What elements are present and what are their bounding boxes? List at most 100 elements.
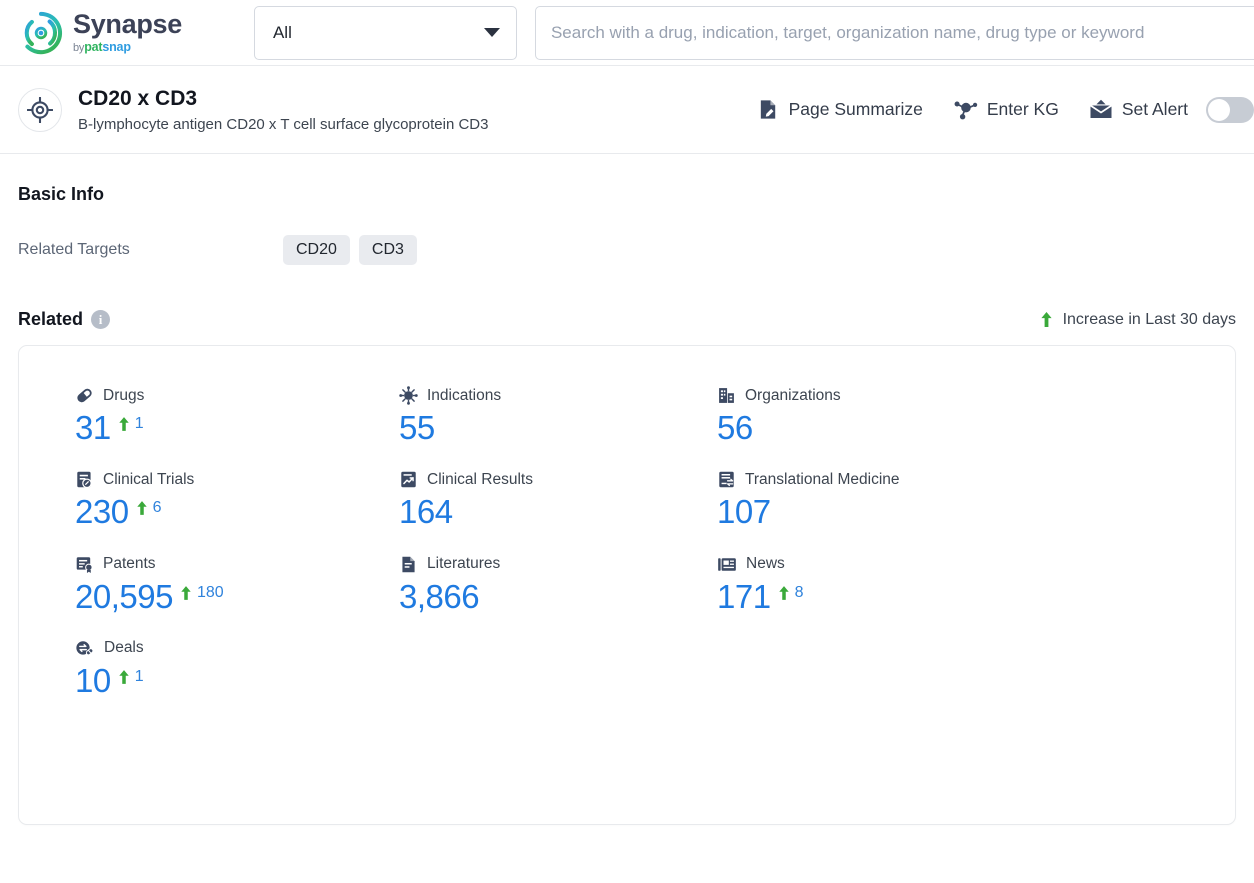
arrow-up-icon [119, 417, 129, 431]
related-targets-label: Related Targets [18, 241, 130, 258]
stat-translational-medicine[interactable]: Translational Medicine 107 [717, 470, 1179, 532]
stat-drugs-valuerow: 31 1 [75, 407, 399, 448]
stat-drugs-delta-value: 1 [134, 415, 144, 432]
logo-name: Synapse [73, 9, 182, 39]
arrow-up-icon [181, 585, 191, 600]
stat-clinical-trials-delta: 6 [136, 499, 162, 517]
news-icon [718, 557, 736, 571]
translational-medicine-icon [719, 471, 734, 488]
page-summarize-button[interactable]: Page Summarize [757, 98, 923, 121]
stat-deals-label: Deals [104, 639, 144, 657]
main-content: Basic Info Related Targets CD20 CD3 Rela… [0, 184, 1254, 825]
page-title: CD20 x CD3 [78, 87, 198, 111]
stat-clinical-trials-head: Clinical Trials [75, 470, 399, 489]
stat-patents-valuerow: 20,595 180 [75, 576, 399, 617]
stat-literatures-valuerow: 3,866 [399, 576, 717, 617]
enter-kg-button[interactable]: Enter KG [953, 98, 1059, 121]
target-chip-cd3[interactable]: CD3 [358, 235, 417, 265]
entity-titles: CD20 x CD3 B-lymphocyte antigen CD20 x T… [78, 86, 488, 132]
stat-clinical-trials-value: 230 [75, 493, 129, 531]
stat-organizations[interactable]: Organizations 56 [717, 386, 1179, 448]
search-scope-select[interactable]: All [253, 5, 517, 60]
stat-news-value: 171 [717, 577, 771, 615]
stat-clinical-results[interactable]: Clinical Results 164 [399, 470, 717, 532]
enter-kg-label: Enter KG [986, 99, 1059, 119]
stat-news-delta-value: 8 [794, 583, 804, 601]
stat-clinical-trials-label: Clinical Trials [103, 470, 195, 488]
stat-clinical-trials[interactable]: Clinical Trials 230 6 [75, 470, 399, 532]
stat-patents[interactable]: Patents 20,595 180 [75, 555, 399, 617]
stat-organizations-valuerow: 56 [717, 407, 1179, 448]
stat-patents-value: 20,595 [75, 577, 173, 615]
page-summarize-label: Page Summarize [788, 99, 923, 119]
alert-mail-icon [1089, 99, 1113, 120]
info-icon[interactable]: i [91, 310, 111, 329]
target-chip-cd20[interactable]: CD20 [283, 235, 350, 265]
top-bar: Synapse bypatsnap All [0, 0, 1254, 66]
stat-news-valuerow: 171 8 [717, 576, 1179, 617]
synapse-logo-icon [24, 11, 63, 54]
stat-deals[interactable]: Deals 10 1 [75, 639, 399, 701]
stat-clinical-results-valuerow: 164 [399, 491, 717, 532]
header-actions: Page Summarize Enter KG Set Alert [757, 96, 1254, 123]
stat-indications[interactable]: Indications 55 [399, 386, 717, 448]
stat-deals-valuerow: 10 1 [75, 660, 399, 701]
stat-translational-medicine-head: Translational Medicine [717, 470, 1179, 489]
deals-icon [76, 641, 94, 656]
stat-patents-head: Patents [75, 555, 399, 574]
logo-snap-text: snap [102, 40, 131, 54]
related-targets-row: Related Targets CD20 CD3 [18, 235, 1236, 265]
search-input[interactable] [550, 22, 1254, 43]
related-heading: Related [18, 309, 84, 329]
app-logo[interactable]: Synapse bypatsnap [18, 10, 182, 56]
arrow-up-icon [1040, 312, 1052, 327]
search-box[interactable] [534, 5, 1254, 60]
stat-translational-medicine-value: 107 [717, 493, 771, 531]
stat-translational-medicine-label: Translational Medicine [745, 470, 900, 488]
literature-icon [402, 556, 415, 572]
search-scope-value: All [272, 22, 292, 42]
stat-deals-head: Deals [75, 639, 399, 658]
stat-translational-medicine-valuerow: 107 [717, 491, 1179, 532]
target-icon [18, 87, 62, 132]
stat-deals-delta: 1 [118, 668, 144, 686]
arrow-up-icon [136, 501, 147, 516]
stat-drugs-value: 31 [75, 409, 111, 446]
stat-literatures[interactable]: Literatures 3,866 [399, 555, 717, 617]
virus-icon [399, 386, 418, 405]
set-alert-label: Set Alert [1121, 99, 1188, 119]
increase-legend: Increase in Last 30 days [1040, 311, 1236, 329]
set-alert-toggle[interactable] [1206, 96, 1254, 123]
set-alert-button[interactable]: Set Alert [1089, 96, 1254, 123]
logo-by-text: by [73, 42, 85, 54]
stat-drugs-delta: 1 [118, 415, 144, 433]
stat-deals-delta-value: 1 [134, 667, 144, 685]
logo-subtitle: bypatsnap [73, 41, 182, 54]
stat-literatures-value: 3,866 [399, 577, 480, 615]
stat-news-delta: 8 [778, 583, 804, 602]
stat-patents-label: Patents [103, 555, 156, 572]
stat-clinical-trials-valuerow: 230 6 [75, 491, 399, 532]
logo-wordmark: Synapse bypatsnap [73, 11, 182, 54]
stat-drugs-head: Drugs [75, 386, 399, 405]
building-icon [719, 388, 734, 403]
logo-pat-text: pat [84, 40, 103, 54]
clinical-result-icon [401, 471, 416, 488]
stat-news-label: News [746, 555, 785, 572]
stat-drugs[interactable]: Drugs 31 1 [75, 386, 399, 448]
stat-news[interactable]: News 171 8 [717, 555, 1179, 617]
related-section-header: Related i Increase in Last 30 days [18, 309, 1236, 330]
knowledge-graph-icon [953, 98, 978, 121]
stat-patents-delta: 180 [180, 584, 224, 602]
stat-indications-value: 55 [399, 409, 435, 446]
stat-organizations-label: Organizations [745, 386, 841, 404]
arrow-up-icon [119, 669, 129, 684]
basic-info-heading: Basic Info [18, 184, 105, 204]
entity-header: CD20 x CD3 B-lymphocyte antigen CD20 x T… [0, 66, 1254, 154]
stat-clinical-trials-delta-value: 6 [152, 499, 162, 517]
page-summarize-icon [757, 98, 780, 121]
patent-icon [76, 556, 93, 573]
stats-grid: Drugs 31 1 Indications 55 Organizations … [75, 386, 1179, 701]
stat-literatures-head: Literatures [399, 555, 717, 574]
stat-clinical-results-value: 164 [399, 493, 453, 531]
